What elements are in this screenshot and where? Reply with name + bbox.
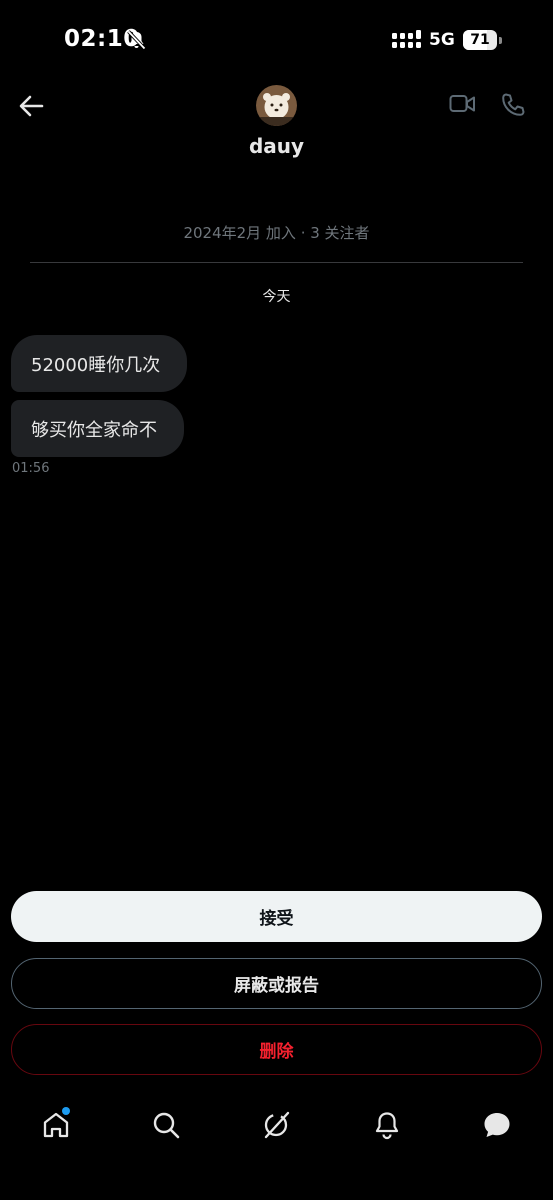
dm-request-screen: 02:10 5G 71 dauy 2024年2月 加入 · 3 关注者 今天 5… [0, 0, 553, 1200]
back-arrow-icon[interactable] [16, 92, 46, 120]
signal-icon [392, 30, 421, 48]
notification-dot [62, 1107, 70, 1115]
search-icon[interactable] [151, 1110, 181, 1140]
network-type: 5G [429, 30, 455, 50]
avatar-image [256, 85, 297, 126]
message-bubble[interactable]: 52000睡你几次 [11, 335, 187, 392]
battery-level: 71 [470, 32, 490, 48]
divider [30, 262, 523, 263]
video-call-icon[interactable] [449, 93, 476, 115]
accept-button[interactable]: 接受 [11, 891, 542, 942]
grok-icon[interactable] [261, 1110, 291, 1140]
battery-indicator: 71 [463, 30, 497, 50]
block-or-report-button[interactable]: 屏蔽或报告 [11, 958, 542, 1009]
notifications-icon[interactable] [372, 1110, 402, 1140]
profile-meta: 2024年2月 加入 · 3 关注者 [183, 224, 370, 242]
phone-call-icon[interactable] [500, 92, 526, 118]
contact-name[interactable]: dauy [0, 134, 553, 158]
delete-button[interactable]: 删除 [11, 1024, 542, 1075]
avatar[interactable] [256, 85, 297, 126]
message-bubble[interactable]: 够买你全家命不 [11, 400, 184, 457]
bell-slash-icon [127, 30, 146, 50]
messages-icon[interactable] [482, 1110, 512, 1140]
message-timestamp: 01:56 [12, 461, 50, 476]
battery-tip [499, 37, 502, 44]
day-label: 今天 [262, 289, 291, 305]
